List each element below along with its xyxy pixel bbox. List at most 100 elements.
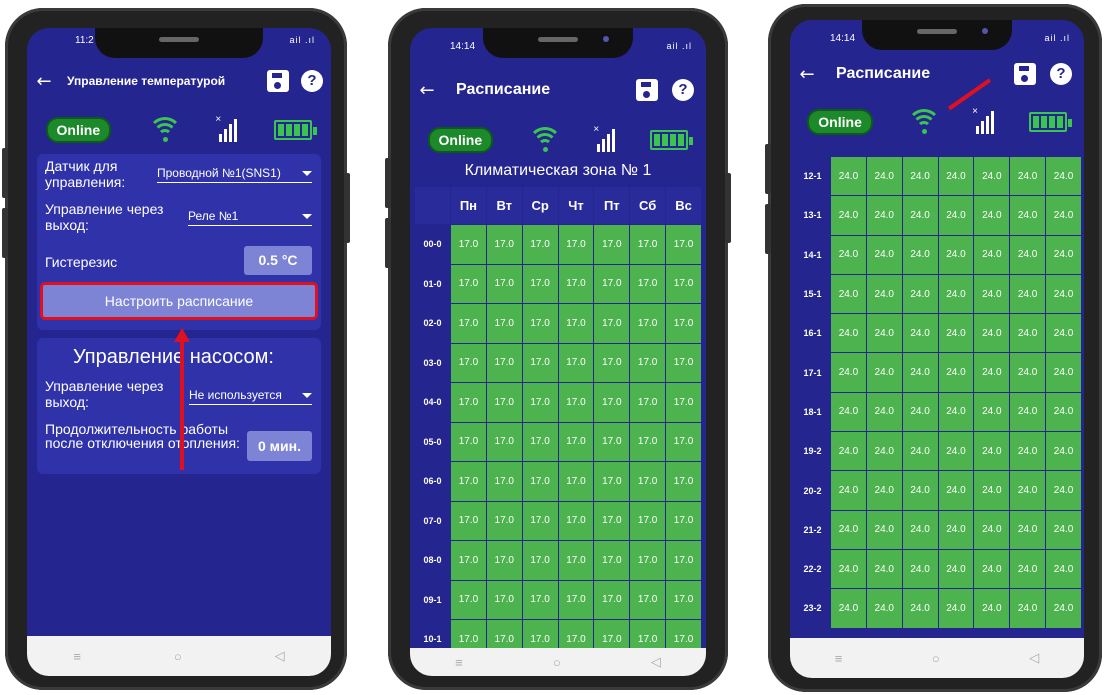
temperature-cell[interactable]: 24.0 bbox=[865, 391, 903, 433]
temperature-cell[interactable]: 24.0 bbox=[830, 155, 867, 197]
temperature-cell[interactable]: 24.0 bbox=[973, 588, 1011, 629]
temperature-cell[interactable]: 24.0 bbox=[830, 352, 867, 393]
temperature-cell[interactable]: 17.0 bbox=[593, 303, 631, 344]
back-nav-icon[interactable]: ◁ bbox=[275, 648, 285, 664]
temperature-cell[interactable]: 24.0 bbox=[1009, 509, 1047, 550]
temperature-cell[interactable]: 24.0 bbox=[1045, 155, 1082, 197]
temperature-cell[interactable]: 17.0 bbox=[593, 382, 631, 423]
temperature-cell[interactable]: 24.0 bbox=[901, 509, 939, 550]
back-nav-icon[interactable]: ◁ bbox=[1029, 650, 1039, 666]
temperature-cell[interactable]: 24.0 bbox=[1045, 588, 1082, 629]
temperature-cell[interactable]: 17.0 bbox=[450, 540, 487, 581]
temperature-cell[interactable]: 17.0 bbox=[521, 342, 559, 383]
temperature-cell[interactable]: 17.0 bbox=[629, 303, 667, 344]
temperature-cell[interactable]: 17.0 bbox=[665, 421, 702, 462]
back-arrow-icon[interactable]: ← bbox=[790, 64, 824, 85]
temperature-cell[interactable]: 24.0 bbox=[865, 195, 903, 236]
temperature-cell[interactable]: 24.0 bbox=[830, 273, 867, 315]
temperature-cell[interactable]: 24.0 bbox=[865, 313, 903, 354]
temperature-cell[interactable]: 24.0 bbox=[937, 470, 975, 511]
temperature-cell[interactable]: 24.0 bbox=[830, 234, 867, 275]
back-arrow-icon[interactable]: ← bbox=[27, 71, 61, 92]
temperature-cell[interactable]: 24.0 bbox=[901, 352, 939, 393]
temperature-cell[interactable]: 24.0 bbox=[1009, 195, 1047, 236]
temperature-cell[interactable]: 17.0 bbox=[450, 303, 487, 344]
temperature-cell[interactable]: 17.0 bbox=[629, 500, 667, 541]
temperature-cell[interactable]: 17.0 bbox=[629, 461, 667, 502]
temperature-cell[interactable]: 17.0 bbox=[485, 579, 523, 620]
temperature-cell[interactable]: 17.0 bbox=[485, 342, 523, 383]
temperature-cell[interactable]: 24.0 bbox=[1045, 391, 1082, 433]
temperature-cell[interactable]: 24.0 bbox=[865, 588, 903, 629]
temperature-cell[interactable]: 24.0 bbox=[973, 155, 1011, 197]
temperature-cell[interactable]: 17.0 bbox=[665, 579, 702, 620]
temperature-cell[interactable]: 24.0 bbox=[1009, 391, 1047, 433]
temperature-cell[interactable]: 24.0 bbox=[973, 391, 1011, 433]
temperature-cell[interactable]: 24.0 bbox=[901, 313, 939, 354]
temperature-cell[interactable]: 24.0 bbox=[830, 195, 867, 236]
temperature-cell[interactable]: 24.0 bbox=[1009, 234, 1047, 275]
temperature-cell[interactable]: 17.0 bbox=[557, 342, 595, 383]
temperature-cell[interactable]: 24.0 bbox=[1045, 234, 1082, 275]
temperature-cell[interactable]: 24.0 bbox=[901, 273, 939, 315]
temperature-cell[interactable]: 24.0 bbox=[973, 509, 1011, 550]
temperature-cell[interactable]: 24.0 bbox=[1009, 155, 1047, 197]
temperature-cell[interactable]: 24.0 bbox=[1045, 313, 1082, 354]
temperature-cell[interactable]: 17.0 bbox=[593, 263, 631, 304]
temperature-cell[interactable]: 24.0 bbox=[1009, 470, 1047, 511]
home-icon[interactable]: ○ bbox=[174, 649, 182, 664]
help-icon[interactable]: ? bbox=[301, 70, 323, 92]
temperature-cell[interactable]: 17.0 bbox=[665, 540, 702, 581]
temperature-cell[interactable]: 24.0 bbox=[865, 273, 903, 315]
temperature-cell[interactable]: 24.0 bbox=[937, 352, 975, 393]
temperature-cell[interactable]: 17.0 bbox=[521, 224, 559, 265]
temperature-cell[interactable]: 17.0 bbox=[665, 382, 702, 423]
temperature-cell[interactable]: 17.0 bbox=[485, 461, 523, 502]
temperature-cell[interactable]: 24.0 bbox=[1045, 273, 1082, 315]
temperature-cell[interactable]: 17.0 bbox=[485, 540, 523, 581]
temperature-cell[interactable]: 17.0 bbox=[665, 303, 702, 344]
temperature-cell[interactable]: 17.0 bbox=[521, 579, 559, 620]
temperature-cell[interactable]: 17.0 bbox=[485, 421, 523, 462]
temperature-cell[interactable]: 24.0 bbox=[901, 548, 939, 590]
temperature-cell[interactable]: 24.0 bbox=[1009, 588, 1047, 629]
temperature-cell[interactable]: 24.0 bbox=[901, 431, 939, 472]
temperature-cell[interactable]: 17.0 bbox=[485, 224, 523, 265]
temperature-cell[interactable]: 24.0 bbox=[937, 431, 975, 472]
temperature-cell[interactable]: 24.0 bbox=[865, 155, 903, 197]
temperature-cell[interactable]: 24.0 bbox=[830, 588, 867, 629]
temperature-cell[interactable]: 24.0 bbox=[901, 588, 939, 629]
temperature-cell[interactable]: 24.0 bbox=[1045, 352, 1082, 393]
temperature-cell[interactable]: 24.0 bbox=[937, 273, 975, 315]
temperature-cell[interactable]: 17.0 bbox=[521, 421, 559, 462]
hysteresis-input[interactable]: 0.5 °C bbox=[244, 246, 312, 275]
temperature-cell[interactable]: 17.0 bbox=[557, 461, 595, 502]
temperature-cell[interactable]: 24.0 bbox=[937, 155, 975, 197]
temperature-cell[interactable]: 17.0 bbox=[593, 421, 631, 462]
temperature-cell[interactable]: 24.0 bbox=[973, 195, 1011, 236]
temperature-cell[interactable]: 17.0 bbox=[665, 224, 702, 265]
temperature-cell[interactable]: 17.0 bbox=[665, 500, 702, 541]
temperature-cell[interactable]: 24.0 bbox=[1045, 470, 1082, 511]
temperature-cell[interactable]: 17.0 bbox=[557, 421, 595, 462]
temperature-cell[interactable]: 17.0 bbox=[521, 500, 559, 541]
temperature-cell[interactable]: 17.0 bbox=[665, 263, 702, 304]
temperature-cell[interactable]: 17.0 bbox=[450, 500, 487, 541]
save-icon[interactable] bbox=[1014, 63, 1036, 85]
temperature-cell[interactable]: 17.0 bbox=[665, 342, 702, 383]
temperature-cell[interactable]: 17.0 bbox=[629, 342, 667, 383]
temperature-cell[interactable]: 17.0 bbox=[557, 263, 595, 304]
temperature-cell[interactable]: 17.0 bbox=[557, 303, 595, 344]
temperature-cell[interactable]: 24.0 bbox=[830, 509, 867, 550]
temperature-cell[interactable]: 17.0 bbox=[521, 461, 559, 502]
recents-icon[interactable]: ≡ bbox=[73, 649, 81, 664]
temperature-cell[interactable]: 24.0 bbox=[865, 470, 903, 511]
temperature-cell[interactable]: 24.0 bbox=[830, 391, 867, 433]
temperature-cell[interactable]: 17.0 bbox=[665, 461, 702, 502]
temperature-cell[interactable]: 17.0 bbox=[593, 579, 631, 620]
temperature-cell[interactable]: 24.0 bbox=[1045, 431, 1082, 472]
temperature-cell[interactable]: 24.0 bbox=[937, 391, 975, 433]
temperature-cell[interactable]: 24.0 bbox=[1009, 273, 1047, 315]
temperature-cell[interactable]: 24.0 bbox=[973, 313, 1011, 354]
temperature-cell[interactable]: 17.0 bbox=[629, 224, 667, 265]
